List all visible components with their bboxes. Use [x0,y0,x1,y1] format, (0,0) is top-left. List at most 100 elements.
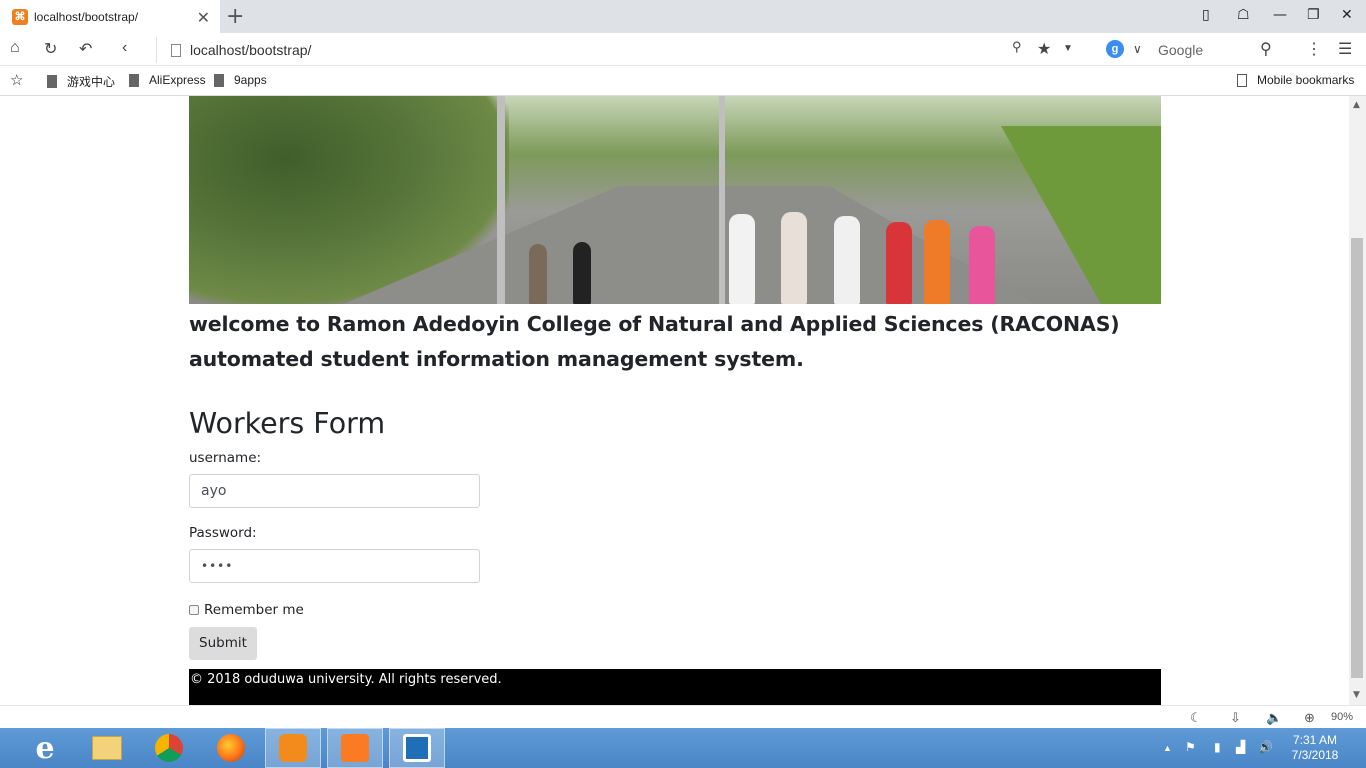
banner-person [969,226,995,304]
undo-close-icon[interactable]: ↶ [79,39,92,59]
banner-pole [719,96,725,304]
search-icon[interactable]: ⚲ [1260,39,1272,59]
search-engine-icon[interactable]: g [1106,40,1124,58]
folder-icon [92,736,122,760]
firefox-icon [217,734,245,762]
windows-taskbar: e ▲ ⚑ ▮ ▟ 🔊 7:31 AM 7/3/2018 [0,728,1366,768]
volume-icon[interactable]: 🔊 [1258,740,1273,754]
banner-person [924,220,950,304]
zoom-icon[interactable]: ⊕ [1304,710,1315,726]
brackets-icon [403,734,431,762]
tab-title: localhost/bootstrap/ [34,9,139,24]
scroll-down-icon[interactable]: ▼ [1353,690,1360,700]
url-text: localhost/bootstrap/ [190,42,312,58]
more-icon[interactable]: ⋮ [1306,39,1322,59]
ie-taskbar-item[interactable]: e [17,728,73,768]
close-tab-icon[interactable]: ✕ [197,8,210,28]
navigation-bar: ⌂ ↻ ↶ ‹ localhost/bootstrap/ ⚲ ★ ▼ g ∨ G… [0,33,1366,66]
new-tab-icon[interactable]: + [226,4,244,29]
network-icon[interactable]: ▟ [1236,740,1245,754]
phone-icon [1237,73,1247,87]
password-label: Password: [189,525,257,541]
chrome-icon [155,734,183,762]
xampp-taskbar-item[interactable] [327,728,383,768]
restore-icon[interactable]: ❐ [1307,7,1320,23]
bookmark-label: 9apps [234,73,267,87]
scroll-up-icon[interactable]: ▲ [1353,100,1360,110]
address-bar[interactable]: localhost/bootstrap/ [156,37,1086,63]
username-input[interactable]: ayo [189,474,480,508]
uc-browser-icon [279,734,307,762]
page-footer: © 2018 oduduwa university. All rights re… [189,669,1161,705]
welcome-heading: welcome to Ramon Adedoyin College of Nat… [189,312,1120,371]
chrome-taskbar-item[interactable] [141,728,197,768]
form-title: Workers Form [189,407,386,440]
vertical-scrollbar[interactable]: ▲ ▼ [1349,96,1366,705]
chevron-down-icon[interactable]: ▼ [1063,43,1073,54]
bookmark-item-2[interactable]: AliExpress [129,73,206,87]
home-icon[interactable]: ⌂ [10,39,20,57]
page-viewport: welcome to Ramon Adedoyin College of Nat… [0,96,1349,705]
add-bookmark-star-icon[interactable]: ☆ [10,71,23,89]
banner-person [573,242,591,304]
back-icon[interactable]: ‹ [122,39,127,57]
bookmark-label: 游戏中心 [67,75,116,89]
download-icon[interactable]: ⇩ [1230,710,1241,726]
page-container: welcome to Ramon Adedoyin College of Nat… [189,96,1161,660]
system-clock[interactable]: 7:31 AM 7/3/2018 [1280,733,1350,763]
menu-icon[interactable]: ☰ [1338,39,1352,59]
minimize-icon[interactable]: — [1273,7,1287,23]
footer-text: © 2018 oduduwa university. All rights re… [190,672,502,687]
password-input[interactable]: •••• [189,549,480,583]
tray-expand-icon[interactable]: ▲ [1163,743,1172,753]
remember-me-checkbox[interactable] [189,605,199,615]
tab-strip: ⌘ localhost/bootstrap/ ✕ + ▯ ☖ — ❐ ✕ [0,0,1366,33]
engine-dropdown-icon[interactable]: ∨ [1133,42,1142,56]
uc-browser-taskbar-item[interactable] [265,728,321,768]
skin-icon[interactable]: ☖ [1237,7,1250,23]
search-field[interactable]: Google [1158,42,1203,58]
banner-person [781,212,807,304]
sidebar-toggle-icon[interactable]: ▯ [1202,7,1210,23]
xampp-icon [341,734,369,762]
banner-pole [497,96,505,304]
action-center-flag-icon[interactable]: ⚑ [1185,740,1196,754]
reload-icon[interactable]: ↻ [44,39,57,59]
bookmarks-bar: ☆ 游戏中心 AliExpress 9apps Mobile bookmarks [0,66,1366,96]
status-bar: ☾ ⇩ 🔈 ⊕ 90% [0,705,1366,728]
banner-person [834,216,860,304]
bookmark-star-icon[interactable]: ★ [1037,39,1051,59]
bookmark-item-3[interactable]: 9apps [214,73,267,87]
remember-me-row: Remember me [189,602,1161,618]
read-aloud-icon[interactable]: 🔈 [1266,710,1282,726]
banner-person [529,244,547,304]
mobile-bookmarks[interactable]: Mobile bookmarks [1237,73,1354,87]
brackets-taskbar-item[interactable] [389,728,445,768]
bookmark-label: AliExpress [149,73,206,87]
pin-icon[interactable]: ⚲ [1012,39,1022,55]
close-window-icon[interactable]: ✕ [1341,7,1353,23]
username-label: username: [189,450,262,466]
campus-banner-image [189,96,1161,304]
xampp-favicon-icon: ⌘ [12,8,28,25]
firefox-taskbar-item[interactable] [203,728,259,768]
page-icon [171,43,181,57]
banner-person [886,222,912,304]
remember-me-label: Remember me [204,602,304,618]
submit-button[interactable]: Submit [189,627,257,660]
scrollbar-thumb[interactable] [1351,238,1363,678]
mobile-bookmarks-label: Mobile bookmarks [1257,73,1355,87]
active-tab[interactable]: ⌘ localhost/bootstrap/ ✕ [0,0,220,33]
page-icon [214,73,224,87]
page-icon [47,75,57,88]
night-mode-icon[interactable]: ☾ [1190,710,1202,726]
battery-icon[interactable]: ▮ [1214,740,1221,754]
bookmark-item-1[interactable]: 游戏中心 [47,73,115,90]
file-explorer-taskbar-item[interactable] [79,728,135,768]
banner-person [729,214,755,304]
internet-explorer-icon: e [35,730,55,766]
page-icon [129,73,139,87]
zoom-level[interactable]: 90% [1331,711,1353,723]
clock-time: 7:31 AM [1292,733,1338,747]
clock-date: 7/3/2018 [1291,748,1339,762]
